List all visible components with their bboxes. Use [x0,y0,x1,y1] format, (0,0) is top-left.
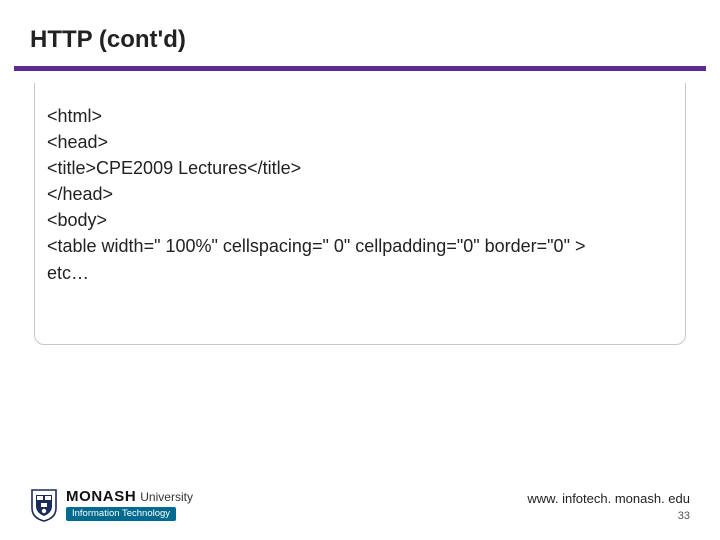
slide-number: 33 [678,510,690,522]
footer-right: www. infotech. monash. edu 33 [527,491,690,522]
content-frame: <html> <head> <title>CPE2009 Lectures</t… [34,83,686,345]
code-line: <title>CPE2009 Lectures</title> [47,155,677,181]
footer-url: www. infotech. monash. edu [527,491,690,506]
title-area: HTTP (cont'd) [0,0,720,66]
slide: HTTP (cont'd) <html> <head> <title>CPE20… [0,0,720,540]
logo-main: MONASH University [66,489,193,504]
page-title: HTTP (cont'd) [30,26,690,54]
logo-university-text: University [140,491,193,503]
logo-subunit: Information Technology [66,507,176,521]
logo-monash-text: MONASH [66,489,136,504]
code-line: <body> [47,207,677,233]
code-line: etc… [47,260,677,286]
code-block: <html> <head> <title>CPE2009 Lectures</t… [43,103,677,286]
footer: MONASH University Information Technology… [0,488,720,522]
code-line: <head> [47,129,677,155]
code-line: <table width=" 100%" cellspacing=" 0" ce… [47,233,677,259]
shield-icon [30,488,58,522]
code-line: <html> [47,103,677,129]
logo-text: MONASH University Information Technology [66,489,193,521]
accent-rule [14,66,706,71]
logo-block: MONASH University Information Technology [30,488,193,522]
code-line: </head> [47,181,677,207]
